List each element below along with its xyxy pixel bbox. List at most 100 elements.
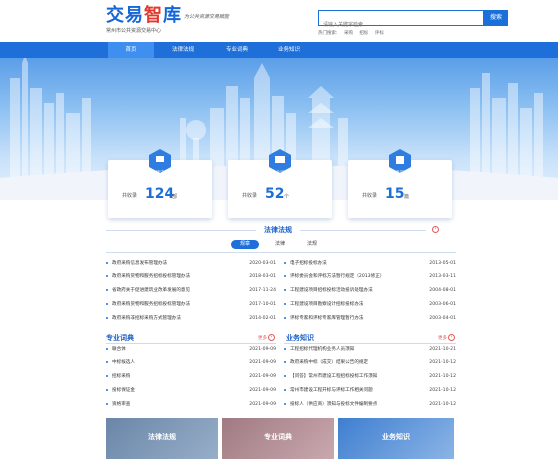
bullet-icon: [106, 360, 108, 363]
item-title: 政府采购非招标采购方式管理办法: [112, 316, 181, 321]
bullet-icon: [284, 302, 286, 305]
list-item[interactable]: 评标委员会和评标方法暂行规定（2013修正） 2013-03-11: [284, 272, 456, 281]
item-date: 2013-03-11: [429, 274, 456, 279]
bullet-icon: [106, 347, 108, 350]
logo-end: 库: [163, 5, 182, 26]
nav-item-laws[interactable]: 法律法规: [160, 42, 206, 58]
list-item[interactable]: 投标保证金 2021-09-09: [106, 386, 276, 395]
list-item[interactable]: 政府采购非招标采购方式管理办法 2014-02-01: [106, 314, 276, 323]
stat-card-laws[interactable]: 法律法规 共收录 124 部: [108, 149, 212, 218]
item-date: 2021-09-09: [249, 347, 276, 352]
list-item[interactable]: 中标候选人 2021-09-09: [106, 358, 276, 367]
stat-value: 15: [385, 186, 405, 202]
bullet-icon: [284, 261, 286, 264]
item-title: 评标专家和评标专家库管理暂行办法: [290, 316, 364, 321]
list-item[interactable]: 【问答】常州市建设工程招标投标工作须知 2021-10-12: [284, 372, 456, 381]
chevron-right-icon[interactable]: ›: [432, 226, 439, 233]
chevron-right-icon[interactable]: ›: [448, 334, 455, 341]
list-item[interactable]: 工程建设项目招标投标活动投诉处理办法 2004-08-01: [284, 286, 456, 295]
item-title: 资格审查: [112, 402, 131, 407]
tile-label: 法律法规: [148, 433, 176, 441]
stat-label: 法律法规: [151, 171, 169, 176]
item-date: 2021-10-12: [429, 388, 456, 393]
item-title: 省政府关于促进建筑业改革发展的意见: [112, 288, 191, 293]
item-date: 2017-10-01: [249, 302, 276, 307]
list-item[interactable]: 省政府关于促进建筑业改革发展的意见 2017-11-24: [106, 286, 276, 295]
item-date: 2003-04-01: [429, 316, 456, 321]
stat-prefix: 共收录: [362, 193, 378, 199]
bullet-icon: [106, 288, 108, 291]
bullet-icon: [106, 302, 108, 305]
bullet-icon: [106, 388, 108, 391]
stat-unit: 篇: [404, 194, 410, 200]
logo-title: 交易智库: [106, 6, 182, 26]
search-box: [318, 10, 484, 32]
list-item[interactable]: 招标采购 2021-09-09: [106, 372, 276, 381]
stat-label: 专业词典: [271, 171, 289, 176]
list-item[interactable]: 投标人（供应商）须知与投标文件编制要点 2021-10-12: [284, 400, 456, 409]
list-item[interactable]: 政府采购信息发布管理办法 2020-03-01: [106, 259, 276, 268]
item-title: 电子招标投标办法: [290, 261, 327, 266]
item-title: 工程招标代理机构业务人员须知: [290, 347, 355, 352]
bullet-icon: [284, 360, 286, 363]
list-item[interactable]: 工程建设项目勘察设计招标投标办法 2003-06-01: [284, 300, 456, 309]
item-title: 政府采购货物和服务招标投标管理办法: [112, 302, 191, 307]
item-title: 政府采购货物和服务招标投标管理办法: [112, 274, 191, 279]
nav-item-knowledge[interactable]: 业务知识: [266, 42, 312, 58]
list-item[interactable]: 政府采购中标（成交）结果公告的规定 2021-10-12: [284, 358, 456, 367]
knowledge-more-link[interactable]: 更多: [438, 335, 447, 341]
tile-laws[interactable]: 法律法规: [106, 418, 218, 459]
hot-word[interactable]: 采购: [344, 31, 353, 36]
item-date: 2014-02-01: [249, 316, 276, 321]
item-title: 投标人（供应商）须知与投标文件编制要点: [290, 402, 378, 407]
chevron-right-icon[interactable]: ›: [268, 334, 275, 341]
item-date: 2018-03-01: [249, 274, 276, 279]
list-item[interactable]: 联合体 2021-09-09: [106, 345, 276, 354]
item-date: 2003-06-01: [429, 302, 456, 307]
list-item[interactable]: 常州市建设工程开标与评标工作相关问题 2021-10-12: [284, 386, 456, 395]
divider: [106, 252, 456, 253]
tab-rules[interactable]: 法规: [299, 240, 325, 249]
item-title: 联合体: [112, 347, 126, 352]
logo-mid: 智: [144, 5, 163, 26]
logo-subtitle: 常州市公共资源交易中心: [106, 28, 162, 34]
dictionary-more-link[interactable]: 更多: [258, 335, 267, 341]
item-date: 2021-09-09: [249, 374, 276, 379]
list-item[interactable]: 电子招标投标办法 2013-05-01: [284, 259, 456, 268]
item-date: 2021-09-09: [249, 360, 276, 365]
hot-word[interactable]: 招标: [359, 31, 368, 36]
tile-label: 专业词典: [264, 433, 292, 441]
site-logo[interactable]: 交易智库 为公共资源交易赋能 常州市公共资源交易中心: [106, 6, 229, 35]
laws-section-title: 法律法规: [264, 226, 292, 234]
search-button[interactable]: 搜索: [484, 10, 508, 26]
item-title: 中标候选人: [112, 360, 135, 365]
list-item[interactable]: 评标专家和评标专家库管理暂行办法 2003-04-01: [284, 314, 456, 323]
stat-value: 52: [265, 186, 285, 202]
tile-dictionary[interactable]: 专业词典: [222, 418, 334, 459]
list-item[interactable]: 资格审查 2021-09-09: [106, 400, 276, 409]
list-item[interactable]: 工程招标代理机构业务人员须知 2021-10-21: [284, 345, 456, 354]
list-item[interactable]: 政府采购货物和服务招标投标管理办法 2018-03-01: [106, 272, 276, 281]
stat-card-knowledge[interactable]: 业务知识 共收录 15 篇: [348, 149, 452, 218]
list-item[interactable]: 政府采购货物和服务招标投标管理办法 2017-10-01: [106, 300, 276, 309]
logo-main: 交易: [106, 5, 144, 26]
bullet-icon: [284, 388, 286, 391]
bullet-icon: [284, 347, 286, 350]
divider: [284, 343, 456, 344]
tile-knowledge[interactable]: 业务知识: [338, 418, 454, 459]
dictionary-section-title: 专业词典: [106, 334, 134, 342]
item-title: 常州市建设工程开标与评标工作相关问题: [290, 388, 373, 393]
stat-value: 124: [145, 186, 175, 202]
nav-item-dictionary[interactable]: 专业词典: [214, 42, 260, 58]
stat-unit: 个: [284, 194, 290, 200]
nav-item-home[interactable]: 首页: [108, 42, 154, 58]
tab-regulations[interactable]: 规章: [231, 240, 259, 249]
item-date: 2021-10-12: [429, 360, 456, 365]
tile-label: 业务知识: [382, 433, 410, 441]
bullet-icon: [284, 374, 286, 377]
item-title: 投标保证金: [112, 388, 135, 393]
stat-card-dictionary[interactable]: 专业词典 共收录 52 个: [228, 149, 332, 218]
item-title: 【问答】常州市建设工程招标投标工作须知: [290, 374, 378, 379]
tab-law[interactable]: 法律: [267, 240, 293, 249]
hot-word[interactable]: 评标: [375, 31, 384, 36]
